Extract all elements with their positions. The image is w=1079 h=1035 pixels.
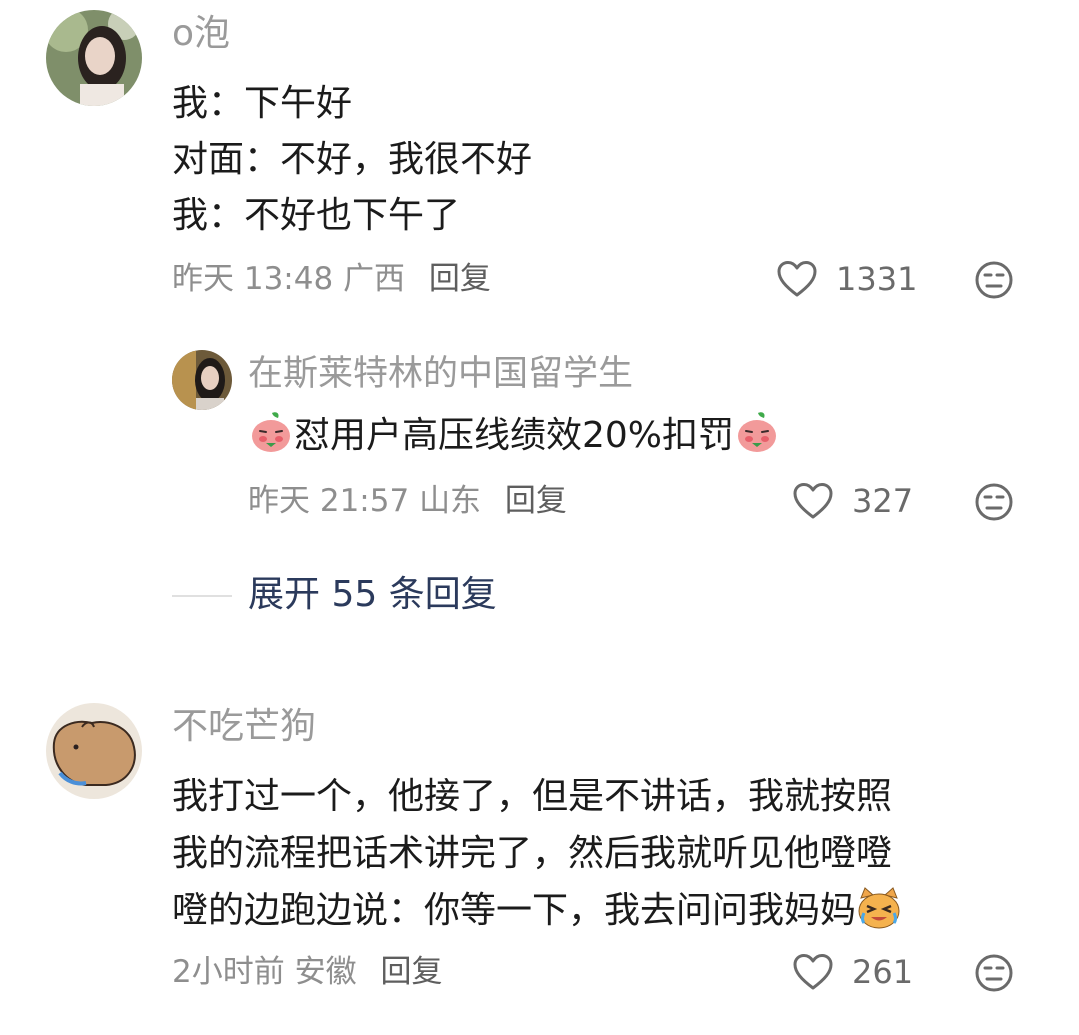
reply-text-content: 怼用户高压线绩效20%扣罚 bbox=[294, 415, 735, 456]
like-count: 1331 bbox=[836, 260, 918, 298]
reply-avatar[interactable] bbox=[172, 350, 232, 410]
peach-sticker-emoji bbox=[252, 412, 290, 452]
dislike-button[interactable] bbox=[974, 953, 1014, 997]
like-button[interactable]: 1331 bbox=[776, 259, 917, 299]
comment-line-text: 噔的边跑边说：你等一下，我去问问我妈妈 bbox=[172, 890, 857, 931]
comment-line: 我的流程把话术讲完了，然后我就听见他噔噔 bbox=[172, 833, 893, 874]
comment-username[interactable]: o泡 bbox=[172, 12, 230, 56]
heart-outline-icon bbox=[793, 483, 833, 519]
comment-time: 2小时前 bbox=[172, 954, 285, 990]
reply-meta: 昨天 21:57 山东 回复 bbox=[248, 481, 567, 521]
dislike-face-icon bbox=[975, 954, 1013, 992]
comment-location: 广西 bbox=[343, 261, 406, 297]
like-count: 327 bbox=[852, 482, 914, 520]
comment-line: 我：下午好 bbox=[172, 83, 353, 124]
like-button[interactable]: 261 bbox=[792, 952, 913, 992]
dislike-face-icon bbox=[975, 261, 1013, 299]
like-count: 261 bbox=[852, 953, 914, 991]
comment-line: 我打过一个，他接了，但是不讲话，我就按照 bbox=[172, 776, 893, 817]
reply-username[interactable]: 在斯莱特林的中国留学生 bbox=[248, 352, 633, 396]
reply-text: 怼用户高压线绩效20%扣罚 bbox=[248, 408, 780, 464]
comment-username[interactable]: 不吃芒狗 bbox=[172, 705, 316, 749]
reply-button[interactable]: 回复 bbox=[429, 261, 491, 297]
comment-line: 噔的边跑边说：你等一下，我去问问我妈妈 bbox=[172, 883, 902, 939]
comment-line: 我：不好也下午了 bbox=[172, 195, 461, 236]
peach-sticker-emoji bbox=[738, 412, 777, 452]
comment-line: 对面：不好，我很不好 bbox=[172, 139, 533, 180]
heart-outline-icon bbox=[793, 954, 833, 990]
expand-divider bbox=[172, 595, 232, 597]
dislike-button[interactable] bbox=[974, 482, 1014, 526]
comment-meta: 昨天 13:48 广西 回复 bbox=[172, 259, 491, 299]
comment-location: 安徽 bbox=[294, 954, 357, 990]
reply-location: 山东 bbox=[419, 483, 482, 519]
comment-meta: 2小时前 安徽 回复 bbox=[172, 952, 442, 992]
dislike-face-icon bbox=[975, 483, 1013, 521]
reply-button[interactable]: 回复 bbox=[380, 954, 442, 990]
comment-time: 昨天 13:48 bbox=[172, 261, 334, 297]
reply-button[interactable]: 回复 bbox=[505, 483, 567, 519]
dislike-button[interactable] bbox=[974, 260, 1014, 304]
like-button[interactable]: 327 bbox=[792, 481, 913, 521]
expand-replies-button[interactable]: 展开 55 条回复 bbox=[248, 573, 497, 617]
crying-cat-emoji bbox=[858, 887, 900, 929]
reply-time: 昨天 21:57 bbox=[248, 483, 410, 519]
avatar[interactable] bbox=[46, 703, 142, 799]
heart-outline-icon bbox=[777, 261, 817, 297]
avatar[interactable] bbox=[46, 10, 142, 106]
